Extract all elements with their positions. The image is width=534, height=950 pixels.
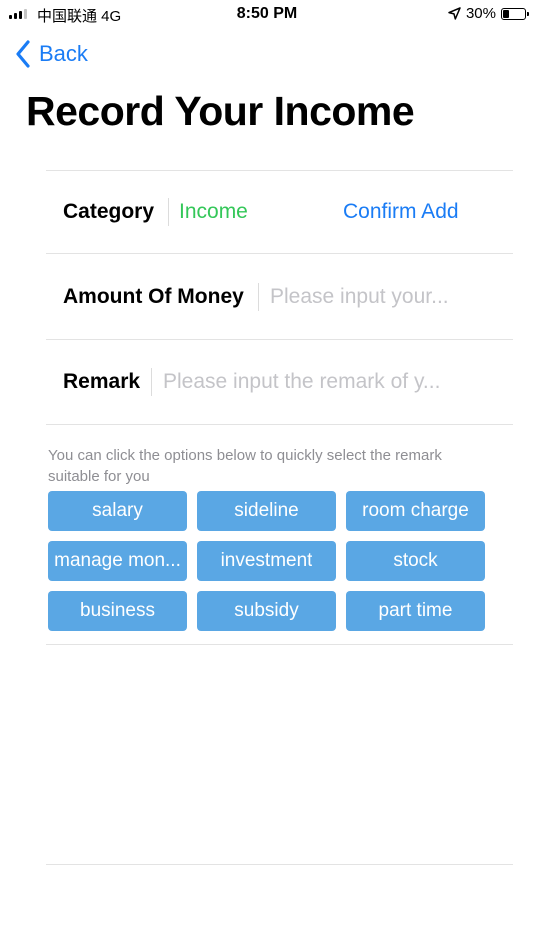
location-arrow-icon	[448, 7, 461, 20]
battery-icon	[501, 7, 529, 20]
field-separator	[151, 368, 152, 396]
status-bar: 中国联通 4G 8:50 PM 30%	[0, 0, 534, 28]
divider	[46, 339, 513, 340]
back-label: Back	[39, 41, 88, 66]
remark-option-label: manage mon...	[54, 550, 181, 571]
remark-options-grid: salary sideline room charge manage mon... in…	[48, 491, 488, 631]
remark-option-label: stock	[393, 550, 438, 571]
remark-option-label: subsidy	[234, 600, 299, 621]
remark-option-label: business	[80, 600, 155, 621]
remark-option-button[interactable]: stock	[346, 541, 485, 581]
signal-strength-icon	[9, 9, 27, 19]
remark-option-label: investment	[220, 550, 313, 571]
divider	[46, 864, 513, 865]
remark-option-label: sideline	[234, 500, 299, 521]
chevron-left-icon	[16, 40, 30, 68]
remark-option-button[interactable]: sideline	[197, 491, 336, 531]
divider	[46, 170, 513, 171]
divider	[46, 644, 513, 645]
divider	[46, 253, 513, 254]
remark-option-button[interactable]: room charge	[346, 491, 485, 531]
remark-option-button[interactable]: manage mon...	[48, 541, 187, 581]
remark-input[interactable]	[163, 368, 481, 396]
status-right: 30%	[448, 5, 529, 22]
remark-option-button[interactable]: investment	[197, 541, 336, 581]
remark-option-button[interactable]: business	[48, 591, 187, 631]
divider	[46, 424, 513, 425]
remark-option-label: salary	[92, 500, 143, 521]
field-separator	[168, 198, 169, 226]
page-title: Record Your Income	[26, 88, 415, 134]
remark-option-button[interactable]: subsidy	[197, 591, 336, 631]
carrier-name: 中国联通 4G	[37, 8, 122, 25]
quick-select-hint: You can click the options below to quick…	[48, 447, 442, 485]
battery-percent: 30%	[465, 5, 496, 22]
confirm-add-button[interactable]: Confirm Add	[343, 200, 459, 224]
amount-label: Amount Of Money	[63, 285, 244, 308]
remark-option-button[interactable]: salary	[48, 491, 187, 531]
remark-option-button[interactable]: part time	[346, 591, 485, 631]
field-separator	[258, 283, 259, 311]
category-value[interactable]: Income	[179, 200, 248, 224]
remark-option-label: room charge	[362, 500, 469, 521]
remark-label: Remark	[63, 370, 141, 393]
amount-input[interactable]	[270, 283, 480, 311]
battery-level-fill	[503, 9, 509, 18]
back-button[interactable]: Back	[15, 38, 88, 70]
remark-option-label: part time	[378, 600, 453, 621]
category-label: Category	[63, 200, 155, 223]
